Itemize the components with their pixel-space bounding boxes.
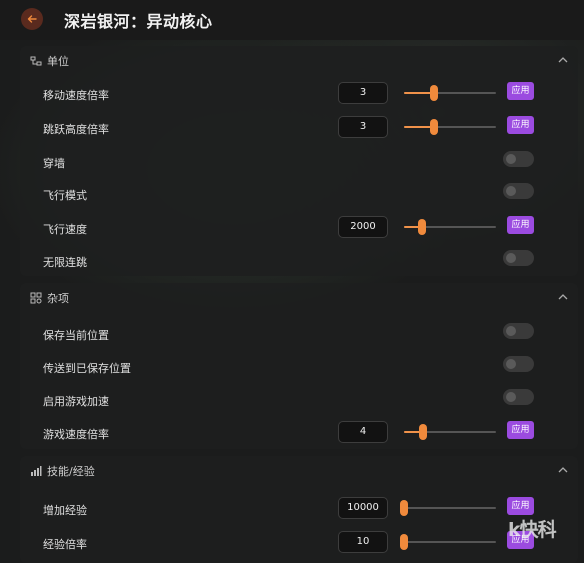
units-section-icon [30,56,42,66]
row-label: 游戏速度倍率 [43,428,109,441]
move-speed-input[interactable] [338,82,388,104]
row-game-speedup: 启用游戏加速 [20,385,578,415]
add-xp-apply-button[interactable]: 应用 [507,497,534,515]
add-xp-slider[interactable] [400,500,496,516]
row-label: 保存当前位置 [43,329,109,342]
row-label: 无限连跳 [43,256,87,269]
section-misc: 杂项 保存当前位置 传送到已保存位置 启用游戏加速 游戏速度倍率 应用 [20,283,578,449]
row-game-speed: 游戏速度倍率 应用 [20,418,578,448]
row-label: 飞行速度 [43,223,87,236]
row-label: 经验倍率 [43,538,87,551]
noclip-toggle[interactable] [503,151,534,167]
chevron-up-icon[interactable] [558,293,568,301]
game-speed-slider[interactable] [404,424,496,440]
row-jump-height: 跳跃高度倍率 应用 [20,113,578,143]
row-xp-multiplier: 经验倍率 应用 [20,528,578,558]
row-add-xp: 增加经验 应用 [20,494,578,524]
teleport-saved-toggle[interactable] [503,356,534,372]
section-header-units[interactable]: 单位 [20,46,578,76]
back-button[interactable] [21,8,43,30]
watermark-logo: k快科 [508,519,557,541]
move-speed-apply-button[interactable]: 应用 [507,82,534,100]
skills-section-icon [31,466,42,476]
row-label: 飞行模式 [43,189,87,202]
row-fly-speed: 飞行速度 应用 [20,213,578,243]
row-save-position: 保存当前位置 [20,319,578,349]
save-position-toggle[interactable] [503,323,534,339]
section-title-skills-xp: 技能/经验 [47,465,95,478]
row-fly-mode: 飞行模式 [20,179,578,209]
row-label: 移动速度倍率 [43,89,109,102]
game-speed-apply-button[interactable]: 应用 [507,421,534,439]
title-bar: 深岩银河：异动核心 [0,0,584,40]
slider-thumb[interactable] [430,119,439,135]
jump-height-slider[interactable] [404,119,496,135]
jump-height-input[interactable] [338,116,388,138]
jump-height-apply-button[interactable]: 应用 [507,116,534,134]
section-title-units: 单位 [47,55,69,68]
xp-multiplier-slider[interactable] [400,534,496,550]
row-label: 启用游戏加速 [43,395,109,408]
row-infinite-jump: 无限连跳 [20,246,578,276]
move-speed-slider[interactable] [404,85,496,101]
slider-thumb[interactable] [419,424,428,440]
slider-thumb[interactable] [430,85,439,101]
slider-thumb[interactable] [400,534,408,550]
chevron-up-icon[interactable] [558,466,568,474]
slider-thumb[interactable] [400,500,408,516]
infinite-jump-toggle[interactable] [503,250,534,266]
fly-speed-slider[interactable] [404,219,496,235]
xp-multiplier-input[interactable] [338,531,388,553]
game-speed-input[interactable] [338,421,388,443]
row-move-speed: 移动速度倍率 应用 [20,79,578,109]
row-label: 传送到已保存位置 [43,362,131,375]
app-title: 深岩银河：异动核心 [64,12,213,31]
section-skills-xp: 技能/经验 增加经验 应用 经验倍率 应用 [20,456,578,563]
section-units: 单位 移动速度倍率 应用 跳跃高度倍率 应用 穿墙 飞行模式 飞行速度 应用 [20,46,578,276]
slider-thumb[interactable] [418,219,427,235]
section-title-misc: 杂项 [47,292,69,305]
misc-section-icon [30,292,42,304]
fly-speed-input[interactable] [338,216,388,238]
section-header-skills-xp[interactable]: 技能/经验 [20,456,578,486]
add-xp-input[interactable] [338,497,388,519]
row-label: 跳跃高度倍率 [43,123,109,136]
row-label: 穿墙 [43,157,65,170]
row-teleport-saved: 传送到已保存位置 [20,352,578,382]
fly-speed-apply-button[interactable]: 应用 [507,216,534,234]
fly-mode-toggle[interactable] [503,183,534,199]
row-label: 增加经验 [43,504,87,517]
back-arrow-icon [27,15,37,23]
chevron-up-icon[interactable] [558,56,568,64]
row-noclip: 穿墙 [20,147,578,177]
section-header-misc[interactable]: 杂项 [20,283,578,313]
game-speedup-toggle[interactable] [503,389,534,405]
